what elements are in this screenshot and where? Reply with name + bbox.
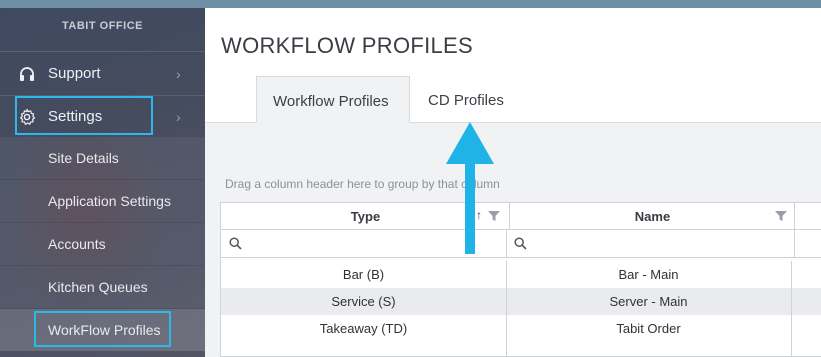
- column-divider: [791, 261, 792, 288]
- column-header-name[interactable]: Name: [510, 203, 795, 230]
- sidebar: TABIT OFFICE Support › Settings › Site D…: [0, 8, 205, 357]
- grid-header-row: Type ↑ Name: [221, 203, 821, 230]
- cell-type: Bar (B): [342, 267, 385, 282]
- page-title: WORKFLOW PROFILES: [221, 33, 474, 58]
- settings-highlight-box: [15, 96, 153, 135]
- tab-label: Workflow Profiles: [273, 93, 389, 110]
- tab-label: CD Profiles: [428, 92, 504, 109]
- column-divider: [794, 230, 795, 258]
- chevron-right-icon: ›: [176, 66, 181, 82]
- grid-spacer: [221, 342, 821, 357]
- column-header-label: Name: [634, 209, 671, 224]
- sidebar-subitem-label: Site Details: [48, 150, 119, 166]
- workflow-profiles-highlight-box: [34, 311, 171, 347]
- column-divider: [506, 288, 507, 315]
- sidebar-subitem-application-settings[interactable]: Application Settings: [0, 180, 205, 222]
- top-accent-strip: [0, 0, 821, 8]
- column-divider: [791, 342, 792, 357]
- filter-icon[interactable]: [774, 210, 788, 222]
- table-row[interactable]: Takeaway (TD) Tabit Order: [221, 315, 821, 342]
- cell-name: Bar - Main: [618, 267, 679, 282]
- headset-icon: [18, 65, 36, 83]
- name-filter-input[interactable]: [530, 233, 792, 255]
- cell-name: Tabit Order: [616, 321, 681, 336]
- chevron-right-icon: ›: [176, 109, 181, 125]
- grid-filter-row: [221, 230, 821, 258]
- table-row[interactable]: Service (S) Server - Main: [221, 288, 821, 315]
- annotation-arrow-up-icon: [446, 122, 494, 254]
- sidebar-subitem-label: Accounts: [48, 236, 106, 252]
- cell-type: Takeaway (TD): [319, 321, 408, 336]
- sidebar-subitem-site-details[interactable]: Site Details: [0, 137, 205, 179]
- sidebar-item-support[interactable]: Support ›: [0, 54, 205, 94]
- sidebar-subitem-accounts[interactable]: Accounts: [0, 223, 205, 265]
- column-divider: [794, 203, 795, 230]
- cell-type: Service (S): [331, 294, 396, 309]
- sidebar-subitem-label: Kitchen Queues: [48, 279, 148, 295]
- sidebar-divider: [0, 51, 205, 52]
- column-divider: [506, 315, 507, 342]
- search-icon: [514, 237, 527, 250]
- table-row[interactable]: Bar (B) Bar - Main: [221, 261, 821, 288]
- search-icon: [229, 237, 242, 250]
- column-divider: [791, 315, 792, 342]
- sidebar-subitem-kitchen-queues[interactable]: Kitchen Queues: [0, 266, 205, 308]
- sidebar-subitem-label: Application Settings: [48, 193, 171, 209]
- column-divider: [791, 288, 792, 315]
- tab-workflow-profiles[interactable]: Workflow Profiles: [256, 76, 410, 123]
- profiles-grid: Type ↑ Name Bar (B) Bar - Main Service (…: [220, 202, 821, 357]
- cell-name: Server - Main: [609, 294, 688, 309]
- sidebar-brand: TABIT OFFICE: [62, 20, 143, 32]
- column-divider: [506, 261, 507, 288]
- column-divider: [506, 342, 507, 357]
- sidebar-item-label: Support: [48, 65, 101, 82]
